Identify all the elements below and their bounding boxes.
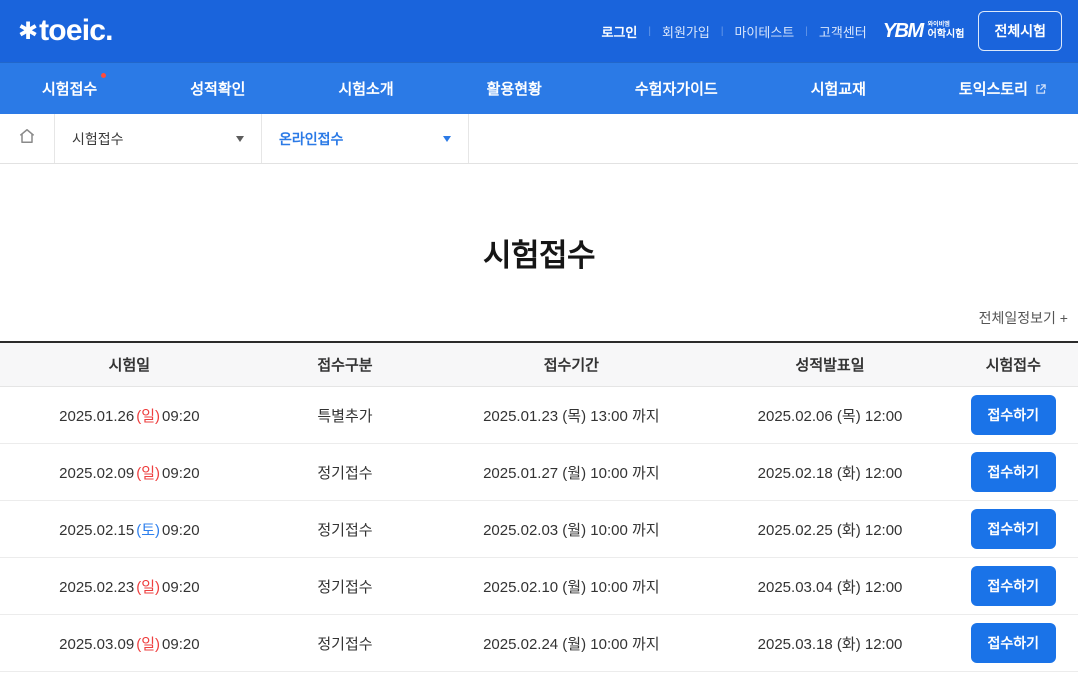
top-right-area: 로그인 | 회원가입 | 마이테스트 | 고객센터 YBM 와이비엠 어학시험 … (601, 11, 1062, 51)
table-row: 2025.03.09(일)09:20 정기접수 2025.02.24 (월) 1… (0, 615, 1078, 672)
full-schedule-link[interactable]: 전체일정보기 + (979, 310, 1068, 326)
breadcrumb: 시험접수 온라인접수 (0, 114, 1078, 164)
all-exams-button[interactable]: 전체시험 (978, 11, 1062, 51)
nav-item-usage-status[interactable]: 활용현황 (487, 78, 542, 99)
page-title: 시험접수 (0, 230, 1078, 268)
nav-item-exam-books[interactable]: 시험교재 (811, 78, 866, 99)
chevron-down-icon (443, 136, 451, 142)
new-badge-dot (101, 73, 106, 78)
apply-button[interactable]: 접수하기 (971, 623, 1057, 663)
registration-period-cell: 2025.02.03 (월) 10:00 까지 (431, 519, 711, 540)
external-link-icon (1034, 82, 1048, 96)
registration-period-cell: 2025.02.10 (월) 10:00 까지 (431, 576, 711, 597)
registration-type-cell: 정기접수 (259, 576, 431, 597)
registration-period-cell: 2025.01.27 (월) 10:00 까지 (431, 462, 711, 483)
nav-item-exam-registration[interactable]: 시험접수 (42, 78, 97, 99)
breadcrumb-select-page[interactable]: 온라인접수 (262, 114, 469, 163)
ybm-logo[interactable]: YBM 와이비엠 어학시험 (883, 20, 965, 43)
exam-date-cell: 2025.02.15(토)09:20 (0, 519, 259, 540)
utility-links: 로그인 | 회원가입 | 마이테스트 | 고객센터 (601, 22, 866, 41)
registration-period-cell: 2025.02.24 (월) 10:00 까지 (431, 633, 711, 654)
registration-type-cell: 정기접수 (259, 462, 431, 483)
column-header-registration-type: 접수구분 (259, 354, 431, 375)
apply-button[interactable]: 접수하기 (971, 509, 1057, 549)
score-release-cell: 2025.02.06 (목) 12:00 (711, 405, 948, 426)
top-header: ✱ toeic. 로그인 | 회원가입 | 마이테스트 | 고객센터 YBM 와… (0, 0, 1078, 62)
column-header-score-release: 성적발표일 (711, 354, 948, 375)
registration-type-cell: 정기접수 (259, 633, 431, 654)
exam-date-cell: 2025.03.09(일)09:20 (0, 633, 259, 654)
home-icon (17, 126, 37, 151)
divider: | (805, 26, 808, 37)
exam-schedule-table: 시험일 접수구분 접수기간 성적발표일 시험접수 2025.01.26(일)09… (0, 341, 1078, 672)
table-row: 2025.01.26(일)09:20 특별추가 2025.01.23 (목) 1… (0, 387, 1078, 444)
table-header-row: 시험일 접수구분 접수기간 성적발표일 시험접수 (0, 343, 1078, 387)
nav-item-exam-intro[interactable]: 시험소개 (338, 78, 393, 99)
nav-item-examinee-guide[interactable]: 수험자가이드 (635, 78, 718, 99)
breadcrumb-page-label: 온라인접수 (279, 129, 343, 149)
mytest-link[interactable]: 마이테스트 (734, 22, 794, 41)
exam-date-cell: 2025.02.09(일)09:20 (0, 462, 259, 483)
divider: | (648, 26, 651, 37)
apply-button[interactable]: 접수하기 (971, 452, 1057, 492)
ybm-logo-line1: 와이비엠 (928, 22, 965, 29)
ybm-logo-line2: 어학시험 (928, 29, 965, 41)
exam-date-cell: 2025.02.23(일)09:20 (0, 576, 259, 597)
toeic-logo[interactable]: ✱ toeic. (18, 16, 113, 46)
nav-item-toeic-story[interactable]: 토익스토리 (959, 78, 1048, 99)
support-link[interactable]: 고객센터 (819, 22, 867, 41)
registration-period-cell: 2025.01.23 (목) 13:00 까지 (431, 405, 711, 426)
nav-item-score-check[interactable]: 성적확인 (190, 78, 245, 99)
score-release-cell: 2025.03.18 (화) 12:00 (711, 633, 948, 654)
home-button[interactable] (0, 114, 55, 163)
divider: | (721, 26, 724, 37)
login-link[interactable]: 로그인 (601, 22, 637, 41)
table-row: 2025.02.09(일)09:20 정기접수 2025.01.27 (월) 1… (0, 444, 1078, 501)
column-header-registration-period: 접수기간 (431, 354, 711, 375)
score-release-cell: 2025.02.25 (화) 12:00 (711, 519, 948, 540)
column-header-apply: 시험접수 (949, 354, 1078, 375)
registration-type-cell: 정기접수 (259, 519, 431, 540)
table-row: 2025.02.15(토)09:20 정기접수 2025.02.03 (월) 1… (0, 501, 1078, 558)
apply-button[interactable]: 접수하기 (971, 566, 1057, 606)
signup-link[interactable]: 회원가입 (662, 22, 710, 41)
main-nav: 시험접수 성적확인 시험소개 활용현황 수험자가이드 시험교재 토익스토리 (0, 62, 1078, 114)
ybm-mark-icon: YBM (883, 20, 923, 43)
apply-button[interactable]: 접수하기 (971, 395, 1057, 435)
chevron-down-icon (236, 136, 244, 142)
schedule-link-row: 전체일정보기 + (0, 308, 1078, 328)
score-release-cell: 2025.02.18 (화) 12:00 (711, 462, 948, 483)
toeic-asterisk-icon: ✱ (18, 17, 38, 46)
exam-date-cell: 2025.01.26(일)09:20 (0, 405, 259, 426)
registration-type-cell: 특별추가 (259, 405, 431, 426)
toeic-logo-text: toeic. (39, 16, 113, 46)
breadcrumb-select-section[interactable]: 시험접수 (55, 114, 262, 163)
score-release-cell: 2025.03.04 (화) 12:00 (711, 576, 948, 597)
breadcrumb-section-label: 시험접수 (72, 129, 124, 149)
column-header-exam-date: 시험일 (0, 354, 259, 375)
table-row: 2025.02.23(일)09:20 정기접수 2025.02.10 (월) 1… (0, 558, 1078, 615)
